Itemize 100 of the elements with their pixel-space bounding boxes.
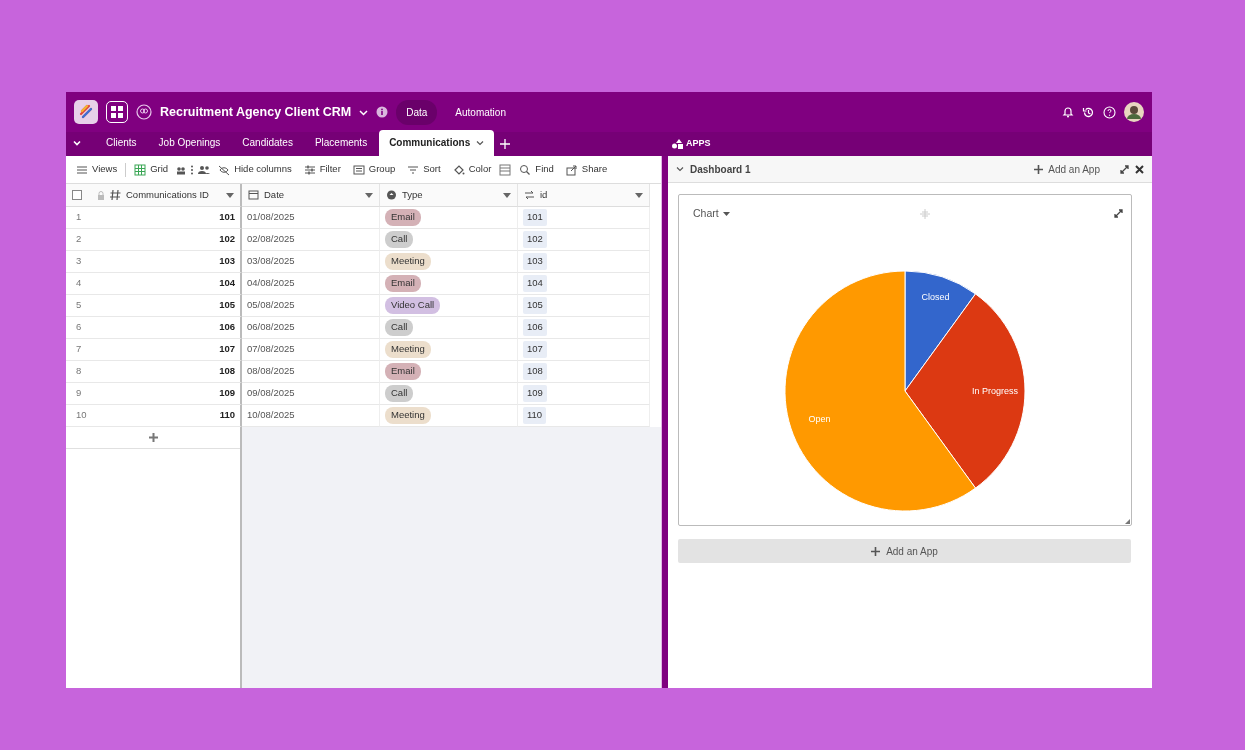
- grid-icon: [134, 163, 147, 176]
- table-cell: 110: [219, 408, 235, 423]
- chevron-down-icon[interactable]: [676, 165, 684, 173]
- list-icon: [76, 163, 88, 176]
- id-tag: 102: [523, 231, 547, 248]
- caret-icon[interactable]: [226, 192, 234, 198]
- add-tab-icon[interactable]: [500, 139, 511, 149]
- chevron-down-icon[interactable]: [359, 107, 369, 117]
- eye-off-icon: [218, 163, 231, 176]
- type-tag: Call: [385, 319, 414, 336]
- checkbox[interactable]: [72, 190, 82, 200]
- search-icon: [519, 163, 532, 176]
- nav-tab[interactable]: Data: [396, 99, 438, 125]
- caret-icon: [722, 211, 730, 216]
- table-cell: 09/08/2025: [247, 386, 295, 401]
- toolbar-button[interactable]: Views: [72, 162, 122, 177]
- select-icon: [386, 189, 397, 201]
- row-number: 10: [76, 408, 87, 423]
- chevron-down-icon[interactable]: [476, 139, 485, 148]
- table-tab[interactable]: Candidates: [232, 130, 303, 156]
- toolbar-button[interactable]: Find: [515, 162, 558, 177]
- caret-icon[interactable]: [365, 192, 373, 198]
- table-tab[interactable]: Clients: [96, 130, 147, 156]
- id-tag: 103: [523, 253, 547, 270]
- table-cell: 104: [219, 276, 235, 291]
- apps-grid-icon[interactable]: [106, 101, 128, 123]
- drag-handle-icon[interactable]: [919, 208, 930, 219]
- row-number: 5: [76, 298, 82, 313]
- table-cell: 102: [219, 232, 235, 247]
- type-tag: Meeting: [385, 341, 431, 358]
- caret-icon[interactable]: [503, 192, 511, 198]
- dashboard-title: Dashboard 1: [690, 162, 751, 177]
- row-number: 2: [76, 232, 82, 247]
- row-number: 7: [76, 342, 82, 357]
- toolbar-button[interactable]: Share: [561, 162, 612, 177]
- expand-icon[interactable]: [1114, 209, 1123, 219]
- bell-icon[interactable]: [1062, 106, 1074, 118]
- filter-icon: [303, 163, 316, 176]
- table-cell: 06/08/2025: [247, 320, 295, 335]
- row-number: 8: [76, 364, 82, 379]
- sort-icon: [407, 163, 420, 176]
- table-cell: 05/08/2025: [247, 298, 295, 313]
- id-tag: 108: [523, 363, 547, 380]
- type-tag: Call: [385, 231, 414, 248]
- caret-icon[interactable]: [635, 192, 643, 198]
- table-cell: 08/08/2025: [247, 364, 295, 379]
- column-title: id: [540, 187, 548, 202]
- nav-tab[interactable]: Automation: [445, 99, 516, 125]
- table-tab[interactable]: Communications: [379, 130, 495, 156]
- toolbar-button[interactable]: Filter: [299, 162, 345, 177]
- row-number: 1: [76, 210, 82, 225]
- expand-icon[interactable]: [1120, 164, 1129, 174]
- lock-icon: [97, 190, 105, 200]
- calendar-icon: [248, 189, 259, 201]
- id-tag: 105: [523, 297, 547, 314]
- logo-icon[interactable]: [74, 100, 98, 124]
- base-title[interactable]: Recruitment Agency Client CRM: [160, 102, 352, 122]
- shapes-icon: [672, 139, 683, 149]
- toolbar-button[interactable]: Hide columns: [214, 162, 296, 177]
- chart-menu[interactable]: Chart: [687, 205, 736, 223]
- table-cell: 107: [219, 342, 235, 357]
- more-icon[interactable]: [190, 164, 195, 175]
- link-icon: [524, 189, 535, 201]
- id-tag: 106: [523, 319, 547, 336]
- toolbar-button[interactable]: Sort: [403, 162, 445, 177]
- toolbar-button[interactable]: Color: [448, 162, 496, 177]
- add-row-icon[interactable]: [148, 433, 158, 442]
- table-cell: 03/08/2025: [247, 254, 295, 269]
- hash-icon: [110, 189, 121, 201]
- type-tag: Meeting: [385, 253, 431, 270]
- chevron-down-icon[interactable]: [72, 138, 82, 148]
- table-cell: 07/08/2025: [247, 342, 295, 357]
- add-app-button[interactable]: Add an App: [678, 539, 1131, 563]
- column-title: Date: [264, 187, 285, 202]
- row-number: 4: [76, 276, 82, 291]
- table-cell: 106: [219, 320, 235, 335]
- table-tab[interactable]: Job Openings: [148, 130, 231, 156]
- table-cell: 109: [219, 386, 235, 401]
- history-icon[interactable]: [1082, 105, 1095, 119]
- slice-label: Open: [808, 413, 831, 424]
- table-cell: 105: [219, 298, 235, 313]
- table-cell: 101: [219, 210, 235, 225]
- table-tab[interactable]: Placements: [304, 130, 378, 156]
- id-tag: 104: [523, 275, 547, 292]
- resize-handle-icon[interactable]: [1125, 519, 1130, 524]
- close-icon[interactable]: [1135, 164, 1144, 174]
- row-height-icon[interactable]: [499, 163, 512, 176]
- help-icon[interactable]: [1103, 105, 1116, 119]
- avatar-icon[interactable]: [1124, 102, 1144, 122]
- slice-label: In Progress: [972, 385, 1018, 396]
- table-cell: 02/08/2025: [247, 232, 295, 247]
- column-title: Type: [402, 187, 423, 202]
- id-tag: 101: [523, 209, 547, 226]
- toolbar-button[interactable]: Group: [348, 162, 400, 177]
- info-icon[interactable]: [376, 106, 389, 118]
- type-tag: Email: [385, 275, 421, 292]
- add-app-button[interactable]: Add an App: [1028, 160, 1106, 178]
- paint-bucket-icon: [452, 163, 465, 176]
- toolbar-button[interactable]: Grid: [130, 162, 173, 177]
- row-number: 6: [76, 320, 82, 335]
